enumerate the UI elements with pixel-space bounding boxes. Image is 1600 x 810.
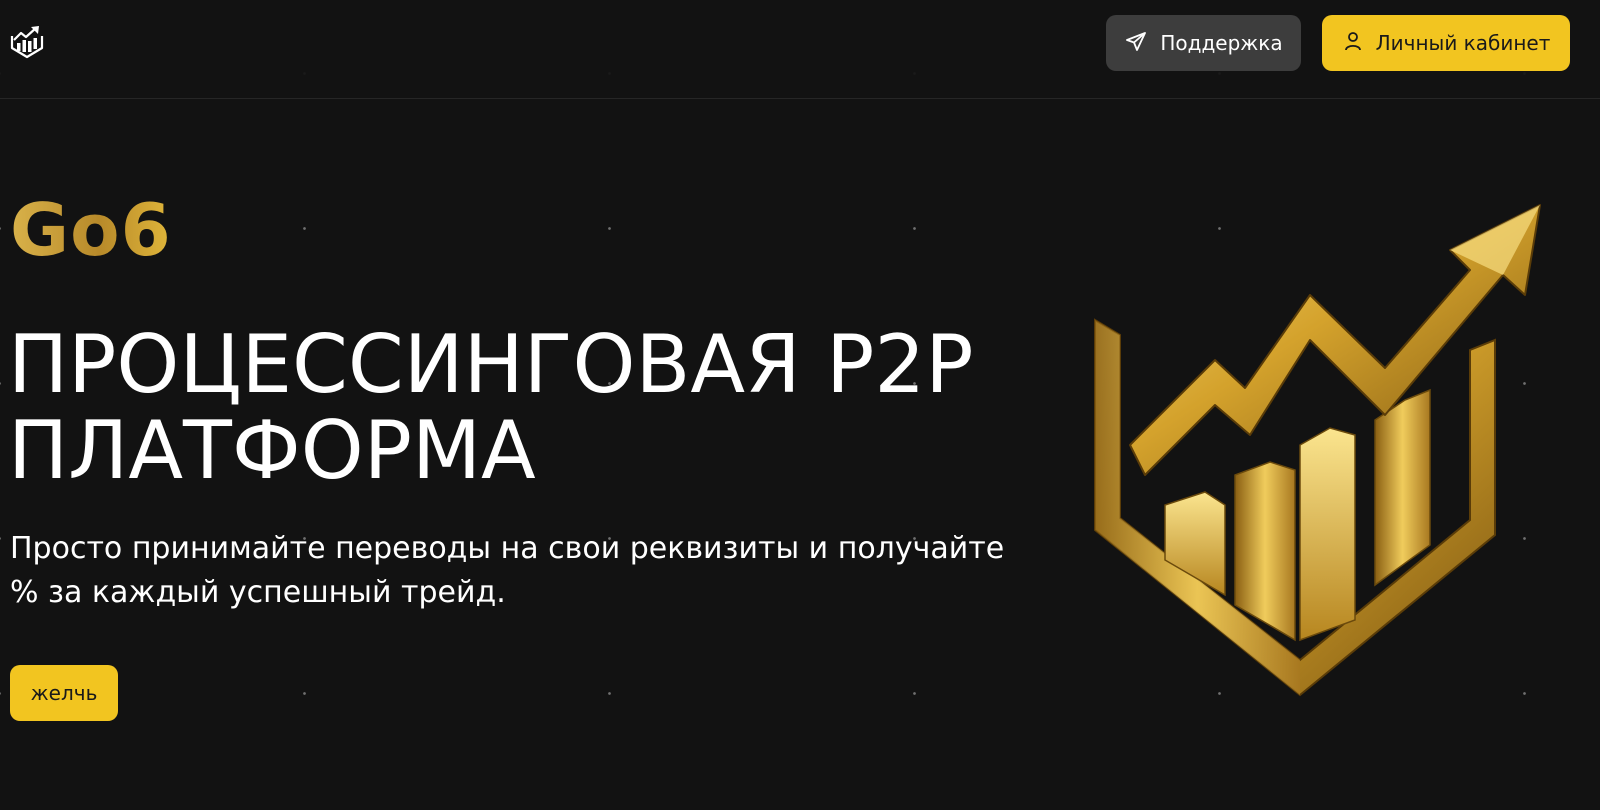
telegram-send-icon: [1124, 29, 1160, 58]
chart-shield-logo-icon[interactable]: [9, 24, 45, 60]
headline-line-2: ПЛАТФОРМА: [8, 404, 536, 497]
support-button[interactable]: Поддержка: [1106, 15, 1301, 71]
personal-cabinet-button-label: Личный кабинет: [1375, 31, 1551, 55]
personal-cabinet-button[interactable]: Личный кабинет: [1322, 15, 1570, 71]
support-button-label: Поддержка: [1160, 31, 1283, 55]
top-navbar: Поддержка Личный кабинет: [0, 0, 1600, 99]
hero-subtitle: Просто принимайте переводы на свои рекви…: [10, 531, 1005, 610]
user-icon: [1342, 30, 1376, 57]
gold-chart-shield-icon: [1085, 200, 1555, 710]
brand-name: Go6: [10, 188, 172, 272]
page: Поддержка Личный кабинет Go6 ПРОЦЕССИНГО…: [0, 0, 1600, 810]
page-headline: ПРОЦЕССИНГОВАЯ P2P ПЛАТФОРМА: [8, 322, 1048, 494]
headline-line-1: ПРОЦЕССИНГОВАЯ P2P: [8, 318, 974, 411]
cta-button[interactable]: желчь: [10, 665, 118, 721]
